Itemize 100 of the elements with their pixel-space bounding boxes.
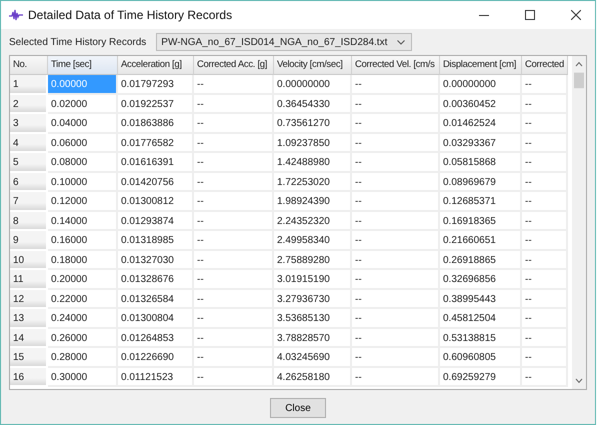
table-cell: -- <box>194 172 274 192</box>
table-cell: 0.10000 <box>48 172 118 192</box>
table-cell: -- <box>522 192 568 212</box>
table-cell: -- <box>352 290 440 309</box>
table-cell: -- <box>194 309 274 328</box>
waveform-icon <box>9 9 23 21</box>
table-cell: 0.01863886 <box>118 114 194 134</box>
table-cell: 0.20000 <box>48 270 118 290</box>
row-header[interactable]: 2 <box>10 94 48 114</box>
row-header[interactable]: 13 <box>10 309 48 328</box>
table-cell: -- <box>522 212 568 231</box>
table-cell: 0.16918365 <box>440 212 522 231</box>
table-cell: -- <box>352 348 440 368</box>
table-cell: -- <box>194 134 274 153</box>
table-cell: -- <box>352 328 440 348</box>
table-cell: 0.02000 <box>48 94 118 114</box>
column-header[interactable]: Corrected Acc. [g] <box>194 56 274 75</box>
table-cell: -- <box>352 309 440 328</box>
table-cell: 0.24000 <box>48 309 118 328</box>
row-header[interactable]: 12 <box>10 290 48 309</box>
table-cell: 0.01797293 <box>118 75 194 94</box>
row-header[interactable]: 11 <box>10 270 48 290</box>
row-header[interactable]: 15 <box>10 348 48 368</box>
table-cell: 4.03245690 <box>274 348 352 368</box>
chevron-icon <box>397 40 406 44</box>
row-header[interactable]: 6 <box>10 172 48 192</box>
row-header[interactable]: 4 <box>10 134 48 153</box>
table-cell: -- <box>522 328 568 348</box>
table-cell: 0.00000000 <box>440 75 522 94</box>
table-cell: 0.03293367 <box>440 134 522 153</box>
table-cell: 0.21660651 <box>440 231 522 250</box>
table-cell: -- <box>352 134 440 153</box>
record-dropdown[interactable]: PW-NGA_no_67_ISD014_NGA_no_67_ISD284.txt <box>156 33 412 51</box>
row-header[interactable]: 10 <box>10 250 48 270</box>
table-cell: 1.09237850 <box>274 134 352 153</box>
table-cell: -- <box>352 231 440 250</box>
column-header[interactable]: Displacement [cm] <box>440 56 522 75</box>
row-header[interactable]: 16 <box>10 368 48 387</box>
row-header[interactable]: 7 <box>10 192 48 212</box>
table-cell: 0.45812504 <box>440 309 522 328</box>
table-cell: 0.01462524 <box>440 114 522 134</box>
table-cell: 0.00000000 <box>274 75 352 94</box>
table-cell: -- <box>194 153 274 172</box>
table-cell: 3.27936730 <box>274 290 352 309</box>
window-title: Detailed Data of Time History Records <box>28 8 232 22</box>
table-cell: -- <box>194 94 274 114</box>
column-header[interactable]: Time [sec] <box>48 56 118 75</box>
table-cell: 0.01922537 <box>118 94 194 114</box>
table-cell: -- <box>194 75 274 94</box>
table-cell: 0.38995443 <box>440 290 522 309</box>
table-cell: 0.26918865 <box>440 250 522 270</box>
table-cell: 0.01293874 <box>118 212 194 231</box>
table-cell: 0.01300812 <box>118 192 194 212</box>
table-cell: -- <box>194 192 274 212</box>
table-cell: 1.72253020 <box>274 172 352 192</box>
table-cell: 0.32696856 <box>440 270 522 290</box>
row-header[interactable]: 3 <box>10 114 48 134</box>
column-header[interactable]: Acceleration [g] <box>118 56 194 75</box>
table-cell: 0.73561270 <box>274 114 352 134</box>
table-cell: -- <box>352 250 440 270</box>
table-cell: -- <box>194 270 274 290</box>
table-cell: -- <box>522 134 568 153</box>
table-cell: -- <box>352 192 440 212</box>
table-cell: 0.04000 <box>48 114 118 134</box>
table-cell: 0.60960805 <box>440 348 522 368</box>
column-header[interactable]: Corrected Vel. [cm/s <box>352 56 440 75</box>
table-cell: 1.42488980 <box>274 153 352 172</box>
table-cell: -- <box>522 250 568 270</box>
vertical-scrollbar[interactable] <box>572 56 586 389</box>
row-header[interactable]: 14 <box>10 328 48 348</box>
table-cell: 3.78828570 <box>274 328 352 348</box>
table-cell: 0.00360452 <box>440 94 522 114</box>
row-header[interactable]: 8 <box>10 212 48 231</box>
row-header[interactable]: 5 <box>10 153 48 172</box>
row-header[interactable]: 9 <box>10 231 48 250</box>
table-cell: 0.12000 <box>48 192 118 212</box>
table-cell: -- <box>352 270 440 290</box>
column-header[interactable]: Corrected <box>522 56 568 75</box>
row-header[interactable]: 1 <box>10 75 48 94</box>
table-cell: 0.01327030 <box>118 250 194 270</box>
table-cell: -- <box>194 212 274 231</box>
table-cell: 0.01226690 <box>118 348 194 368</box>
column-header[interactable]: Velocity [cm/sec] <box>274 56 352 75</box>
maximize-icon[interactable] <box>525 10 535 20</box>
table-cell: -- <box>522 368 568 387</box>
table-cell: 3.53685130 <box>274 309 352 328</box>
table-cell: 0.08000 <box>48 153 118 172</box>
table-cell: -- <box>194 231 274 250</box>
table-cell: -- <box>194 328 274 348</box>
table-cell: 0.28000 <box>48 348 118 368</box>
table-cell: 1.98924390 <box>274 192 352 212</box>
table-cell: 0.01300804 <box>118 309 194 328</box>
close-icon[interactable] <box>571 10 581 20</box>
table-cell: -- <box>194 250 274 270</box>
table-cell: 0.12685371 <box>440 192 522 212</box>
table-cell: -- <box>194 290 274 309</box>
column-header[interactable]: No. <box>10 56 48 75</box>
table-cell: -- <box>352 172 440 192</box>
close-button[interactable]: Close <box>270 398 326 418</box>
table-cell: 0.01328676 <box>118 270 194 290</box>
